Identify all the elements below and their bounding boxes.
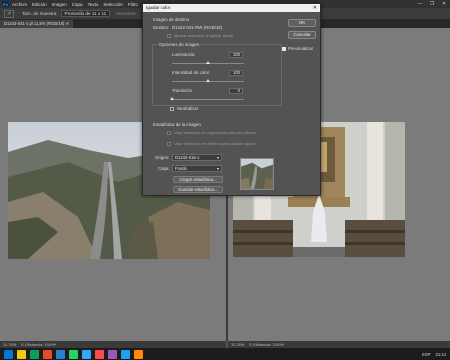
menu-archivo[interactable]: Archivo	[12, 2, 27, 7]
preview-label: Previsualizar	[288, 46, 314, 51]
menu-imagen[interactable]: Imagen	[52, 2, 67, 7]
taskbar-app-icon[interactable]	[134, 349, 143, 359]
taskbar-app-icon[interactable]	[30, 349, 39, 359]
system-tray: ESP 21:14	[422, 352, 446, 357]
menu-capa[interactable]: Capa	[72, 2, 83, 7]
layer-value: Fondo	[175, 166, 187, 171]
language-indicator[interactable]: ESP	[422, 352, 430, 357]
dest-value: D1242-041-RW (RGB/16)	[172, 25, 223, 30]
taskbar-app-icon[interactable]	[69, 349, 78, 359]
taskbar-app-icon[interactable]	[56, 349, 65, 359]
taskbar-app-icon[interactable]	[17, 349, 26, 359]
menu-filtro[interactable]: Filtro	[128, 2, 138, 7]
luminance-label: Luminancia	[172, 52, 195, 57]
dialog-title: Igualar color	[146, 5, 171, 10]
samples-label: Muestras:	[116, 11, 137, 16]
use-sel-source-label: Usar selección en origen para calcular c…	[174, 130, 257, 135]
sample-size-label: Tam. de muestra:	[22, 11, 58, 16]
zoom-level-left: 11,76%	[3, 342, 17, 347]
save-stats-button[interactable]: Guardar estadística...	[173, 186, 223, 193]
close-icon[interactable]: ✕	[313, 4, 317, 12]
source-select[interactable]: D1242-015-1 ▾	[172, 154, 222, 161]
window-controls: — ❐ ✕	[414, 1, 450, 7]
minimize-icon[interactable]: —	[414, 1, 426, 7]
restore-icon[interactable]: ❐	[426, 1, 438, 7]
menu-seleccion[interactable]: Selección	[103, 2, 123, 7]
zoom-level-right: 11,76%	[231, 342, 245, 347]
intensity-slider-thumb[interactable]	[206, 79, 210, 82]
luminance-field[interactable]: 100	[229, 52, 243, 58]
cancel-button[interactable]: Cancelar	[288, 31, 316, 39]
use-sel-dest-label: Usar selección en destino para calcular …	[174, 141, 256, 146]
clock[interactable]: 21:14	[436, 352, 446, 357]
dialog-title-bar[interactable]: Igualar color ✕	[143, 4, 320, 12]
menu-edicion[interactable]: Edición	[32, 2, 47, 7]
load-stats-button[interactable]: Cargar estadística...	[173, 176, 223, 183]
taskbar-app-icon[interactable]	[4, 349, 13, 359]
taskbar-app-icon[interactable]	[108, 349, 117, 359]
intensity-field[interactable]: 100	[229, 70, 243, 76]
preview-checkbox[interactable]	[282, 47, 286, 51]
dest-label: Destino:	[153, 25, 170, 30]
taskbar-apps	[0, 349, 143, 359]
taskbar-app-icon[interactable]	[121, 349, 130, 359]
status-bar-right: 11,76% ⊙ Eficiencia: 100%*	[228, 341, 450, 348]
section-dest-title: Imagen de destino	[153, 17, 190, 22]
sample-size-select[interactable]: Promedio de 11 x 11	[60, 10, 111, 17]
fade-slider-thumb[interactable]	[170, 97, 174, 100]
efficiency-left: ⊙ Eficiencia: 100%*	[20, 342, 57, 347]
status-bar-left: 11,76% ⊙ Eficiencia: 100%*	[0, 341, 226, 348]
taskbar-app-icon[interactable]	[82, 349, 91, 359]
source-label: Origen:	[155, 155, 170, 160]
source-value: D1242-015-1	[175, 155, 200, 160]
section-stats-title: Estadística de la imagen	[153, 122, 201, 127]
layer-label: Capa:	[158, 166, 170, 171]
chevron-down-icon: ▾	[216, 166, 219, 171]
taskbar: ESP 21:14	[0, 348, 450, 360]
fade-field[interactable]: 0	[229, 88, 243, 94]
intensity-label: Intensidad de color	[172, 70, 210, 75]
ignore-selection-label: Ignorar selección al aplicar ajuste	[174, 33, 234, 38]
use-sel-dest-checkbox[interactable]	[167, 142, 171, 146]
close-window-icon[interactable]: ✕	[438, 1, 450, 7]
taskbar-app-icon[interactable]	[95, 349, 104, 359]
use-sel-source-checkbox[interactable]	[167, 131, 171, 135]
taskbar-app-icon[interactable]	[43, 349, 52, 359]
layer-select[interactable]: Fondo ▾	[172, 165, 222, 172]
tab-document-left[interactable]: D1242-041-1.pl 11,8% (RGB/16) ✕	[0, 20, 74, 28]
neutralize-label: Neutralizar	[177, 106, 199, 111]
efficiency-right: ⊙ Eficiencia: 100%*	[248, 342, 285, 347]
menu-texto[interactable]: Texto	[88, 2, 99, 7]
eyedropper-tool-icon[interactable]: ↗	[4, 9, 14, 18]
source-thumbnail	[240, 158, 274, 190]
section-opts-title: Opciones de imagen	[158, 42, 201, 47]
neutralize-checkbox[interactable]	[170, 107, 174, 111]
ignore-selection-checkbox[interactable]	[167, 34, 171, 38]
fade-slider[interactable]	[172, 99, 244, 100]
luminance-slider-thumb[interactable]	[206, 61, 210, 64]
photoshop-logo-icon: Ps	[2, 1, 9, 7]
ok-button[interactable]: OK	[288, 19, 316, 27]
fade-label: Transición	[172, 88, 193, 93]
chevron-down-icon: ▾	[216, 155, 219, 160]
